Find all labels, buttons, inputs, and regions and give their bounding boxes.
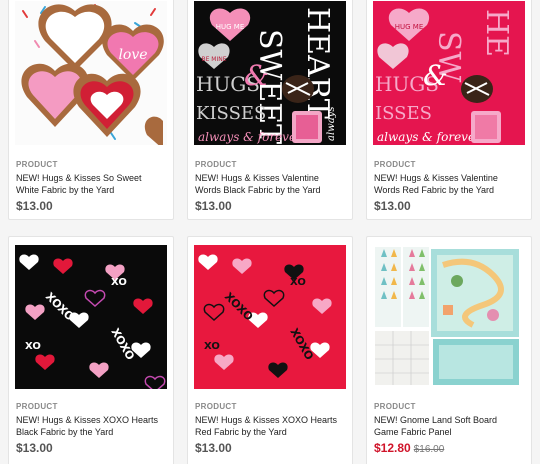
svg-text:XO: XO — [204, 341, 220, 352]
svg-text:ISSES: ISSES — [375, 103, 432, 124]
product-title-line[interactable]: White Fabric by the Yard — [16, 184, 169, 196]
heart-cookies-fabric-image[interactable]: love — [15, 1, 167, 145]
product-type-label: PRODUCT — [195, 402, 237, 411]
svg-text:always: always — [326, 107, 337, 141]
sale-price: $12.80 — [374, 441, 411, 455]
product-title-line[interactable]: Red Fabric by the Yard — [195, 426, 348, 438]
product-card[interactable]: PRODUCT NEW! Gnome Land Soft Board Game … — [366, 236, 532, 464]
product-card[interactable]: XO XOXO XO XOXO PRODUCT NEW! Hugs & Kiss… — [8, 236, 174, 464]
word-ampersand: & — [244, 59, 269, 92]
product-grid: love PRODUCT NEW! Hugs & Kisses So Sweet… — [0, 0, 540, 464]
product-title-line[interactable]: Game Fabric Panel — [374, 426, 527, 438]
product-title[interactable]: NEW! Gnome Land Soft Board Game Fabric P… — [374, 414, 527, 438]
word-ampersand: & — [423, 59, 448, 92]
product-title[interactable]: NEW! Hugs & Kisses XOXO Hearts Red Fabri… — [195, 414, 348, 438]
gnome-board-game-panel-image[interactable] — [373, 245, 525, 389]
product-title-line[interactable]: NEW! Hugs & Kisses XOXO Hearts — [195, 414, 348, 426]
product-title[interactable]: NEW! Hugs & Kisses XOXO Hearts Black Fab… — [16, 414, 169, 438]
xoxo-hearts-black-fabric-image[interactable]: XO XOXO XO XOXO — [15, 245, 167, 389]
svg-text:love: love — [118, 47, 147, 63]
product-title[interactable]: NEW! Hugs & Kisses Valentine Words Red F… — [374, 172, 527, 196]
product-card[interactable]: XO XOXO XO XOXO PRODUCT NEW! Hugs & Kiss… — [187, 236, 353, 464]
product-title-line[interactable]: NEW! Hugs & Kisses Valentine — [195, 172, 348, 184]
valentine-words-red-fabric-image[interactable]: HUG ME SW HE HUGS & ISSES always & forev… — [373, 1, 525, 145]
product-price: $13.00 — [16, 199, 53, 213]
word-kisses: KISSES — [196, 103, 266, 124]
product-title[interactable]: NEW! Hugs & Kisses So Sweet White Fabric… — [16, 172, 169, 196]
product-card[interactable]: HUG ME BE MINE SWEET HEART HUGS & KISSES… — [187, 0, 353, 220]
product-title-line[interactable]: Words Black Fabric by the Yard — [195, 184, 348, 196]
product-type-label: PRODUCT — [374, 402, 416, 411]
word-always: always & forever — [377, 130, 482, 144]
xoxo-hearts-red-fabric-image[interactable]: XO XOXO XO XOXO — [194, 245, 346, 389]
product-title[interactable]: NEW! Hugs & Kisses Valentine Words Black… — [195, 172, 348, 196]
word-be-mine: BE MINE — [201, 56, 226, 63]
product-card[interactable]: love PRODUCT NEW! Hugs & Kisses So Sweet… — [8, 0, 174, 220]
product-type-label: PRODUCT — [16, 160, 58, 169]
valentine-words-black-fabric-image[interactable]: HUG ME BE MINE SWEET HEART HUGS & KISSES… — [194, 1, 346, 145]
product-type-label: PRODUCT — [374, 160, 416, 169]
product-title-line[interactable]: NEW! Gnome Land Soft Board — [374, 414, 527, 426]
svg-text:HE: HE — [479, 9, 514, 57]
word-always: always & forever — [198, 130, 303, 144]
word-xo: XO — [290, 277, 306, 288]
product-title-line[interactable]: NEW! Hugs & Kisses XOXO Hearts — [16, 414, 169, 426]
product-price: $12.80 $16.00 — [374, 441, 527, 455]
product-type-label: PRODUCT — [16, 402, 58, 411]
word-hug-me: HUG ME — [216, 23, 245, 31]
product-card[interactable]: HUG ME SW HE HUGS & ISSES always & forev… — [366, 0, 532, 220]
word-hug-me: HUG ME — [395, 23, 424, 31]
product-price: $13.00 — [374, 199, 411, 213]
product-title-line[interactable]: NEW! Hugs & Kisses Valentine — [374, 172, 527, 184]
product-title-line[interactable]: NEW! Hugs & Kisses So Sweet — [16, 172, 169, 184]
svg-text:XO: XO — [25, 341, 41, 352]
product-title-line[interactable]: Words Red Fabric by the Yard — [374, 184, 527, 196]
original-price: $16.00 — [413, 444, 445, 455]
product-title-line[interactable]: Black Fabric by the Yard — [16, 426, 169, 438]
product-price: $13.00 — [195, 199, 232, 213]
product-price: $13.00 — [195, 441, 232, 455]
product-type-label: PRODUCT — [195, 160, 237, 169]
product-price: $13.00 — [16, 441, 53, 455]
word-xo: XO — [111, 277, 127, 288]
word-heart: HEART — [300, 7, 335, 119]
